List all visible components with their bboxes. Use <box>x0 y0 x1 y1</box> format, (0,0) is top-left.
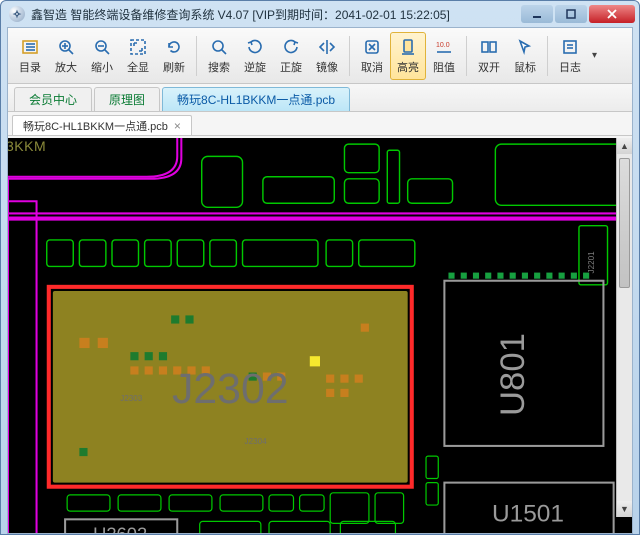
toolbar-highlight-button[interactable]: 高亮 <box>390 32 426 80</box>
toolbar-label: 正旋 <box>280 59 302 75</box>
toolbar-zoom-out-button[interactable]: 缩小 <box>84 32 120 80</box>
toolbar-separator <box>196 36 197 76</box>
mirror-icon <box>317 37 337 57</box>
zoom-in-icon <box>56 37 76 57</box>
part-label-j2201: J2201 <box>587 251 596 274</box>
svg-text:10.0: 10.0 <box>436 42 450 49</box>
scroll-down-button[interactable]: ▼ <box>617 501 632 517</box>
log-icon <box>560 37 580 57</box>
primary-tab-strip: 会员中心原理图畅玩8C-HL1BKKM一点通.pcb <box>8 84 632 112</box>
toolbar-log-button[interactable]: 日志 <box>552 32 588 80</box>
toolbar-dual-button[interactable]: 双开 <box>471 32 507 80</box>
toolbar-label: 阻值 <box>433 59 455 75</box>
scroll-thumb[interactable] <box>619 158 630 288</box>
window-title: 鑫智造 智能终端设备维修查询系统 V4.07 [VIP到期时间：2041-02-… <box>31 6 515 23</box>
app-icon: ✧ <box>9 6 25 22</box>
toolbar: 目录放大缩小全显刷新 搜索逆旋正旋镜像 取消高亮 10.0 阻值 双开鼠标 日志 ▾ <box>8 28 632 84</box>
fit-icon <box>128 37 148 57</box>
toolbar-label: 取消 <box>361 59 383 75</box>
toolbar-label: 缩小 <box>91 59 113 75</box>
toolbar-separator <box>349 36 350 76</box>
tab-2[interactable]: 畅玩8C-HL1BKKM一点通.pcb <box>162 87 350 111</box>
title-bar: ✧ 鑫智造 智能终端设备维修查询系统 V4.07 [VIP到期时间：2041-0… <box>1 1 639 27</box>
toolbar-label: 日志 <box>559 59 581 75</box>
toolbar-overflow[interactable]: ▾ <box>592 50 597 61</box>
part-label-j2304: J2304 <box>245 437 268 446</box>
part-label-j2303: J2303 <box>120 394 143 403</box>
toolbar-label: 镜像 <box>316 59 338 75</box>
toolbar-label: 目录 <box>19 59 41 75</box>
part-label-j2302: J2302 <box>172 365 289 413</box>
toolbar-label: 全显 <box>127 59 149 75</box>
toolbar-resistance-button[interactable]: 10.0 阻值 <box>426 32 462 80</box>
cancel-icon <box>362 37 382 57</box>
toolbar-cancel-button[interactable]: 取消 <box>354 32 390 80</box>
toolbar-catalog-button[interactable]: 目录 <box>12 32 48 80</box>
toolbar-label: 放大 <box>55 59 77 75</box>
file-tab-strip: 畅玩8C-HL1BKKM一点通.pcb × <box>8 112 632 136</box>
toolbar-refresh-button[interactable]: 刷新 <box>156 32 192 80</box>
toolbar-mirror-button[interactable]: 镜像 <box>309 32 345 80</box>
toolbar-separator <box>466 36 467 76</box>
close-icon[interactable]: × <box>174 120 181 132</box>
dual-icon <box>479 37 499 57</box>
part-label-u801: U801 <box>494 333 532 416</box>
toolbar-zoom-in-button[interactable]: 放大 <box>48 32 84 80</box>
toolbar-label: 逆旋 <box>244 59 266 75</box>
minimize-button[interactable] <box>521 5 553 23</box>
toolbar-label: 刷新 <box>163 59 185 75</box>
rotate-ccw-icon <box>245 37 265 57</box>
refresh-icon <box>164 37 184 57</box>
toolbar-label: 搜索 <box>208 59 230 75</box>
part-label-u1501: U1501 <box>492 500 564 527</box>
highlight-icon <box>398 37 418 57</box>
toolbar-label: 高亮 <box>397 59 419 75</box>
toolbar-search-button[interactable]: 搜索 <box>201 32 237 80</box>
vertical-scrollbar[interactable]: ▲ ▼ <box>616 138 632 517</box>
toolbar-cursor-button[interactable]: 鼠标 <box>507 32 543 80</box>
part-label-u2602: U2602 <box>93 524 147 533</box>
file-tab[interactable]: 畅玩8C-HL1BKKM一点通.pcb × <box>12 115 192 135</box>
tab-0[interactable]: 会员中心 <box>14 87 92 111</box>
file-tab-label: 畅玩8C-HL1BKKM一点通.pcb <box>23 118 168 134</box>
toolbar-fit-button[interactable]: 全显 <box>120 32 156 80</box>
close-button[interactable] <box>589 5 635 23</box>
cursor-icon <box>515 37 535 57</box>
pcb-drawing: J2302 J2303 J2304 U801 U1501 U2602 <box>8 138 632 533</box>
search-icon <box>209 37 229 57</box>
zoom-out-icon <box>92 37 112 57</box>
toolbar-rotate-ccw-button[interactable]: 逆旋 <box>237 32 273 80</box>
rotate-cw-icon <box>281 37 301 57</box>
tab-1[interactable]: 原理图 <box>94 87 160 111</box>
pcb-viewport[interactable]: 3KKM <box>8 138 632 533</box>
toolbar-separator <box>547 36 548 76</box>
maximize-button[interactable] <box>555 5 587 23</box>
toolbar-rotate-cw-button[interactable]: 正旋 <box>273 32 309 80</box>
list-icon <box>20 37 40 57</box>
client-area: 目录放大缩小全显刷新 搜索逆旋正旋镜像 取消高亮 10.0 阻值 双开鼠标 日志 ▾ 会员中心… <box>7 27 633 534</box>
app-window: ✧ 鑫智造 智能终端设备维修查询系统 V4.07 [VIP到期时间：2041-0… <box>0 0 640 535</box>
toolbar-label: 鼠标 <box>514 59 536 75</box>
window-buttons <box>521 5 635 23</box>
scroll-up-button[interactable]: ▲ <box>617 138 632 154</box>
toolbar-label: 双开 <box>478 59 500 75</box>
resistance-icon: 10.0 <box>434 37 454 57</box>
